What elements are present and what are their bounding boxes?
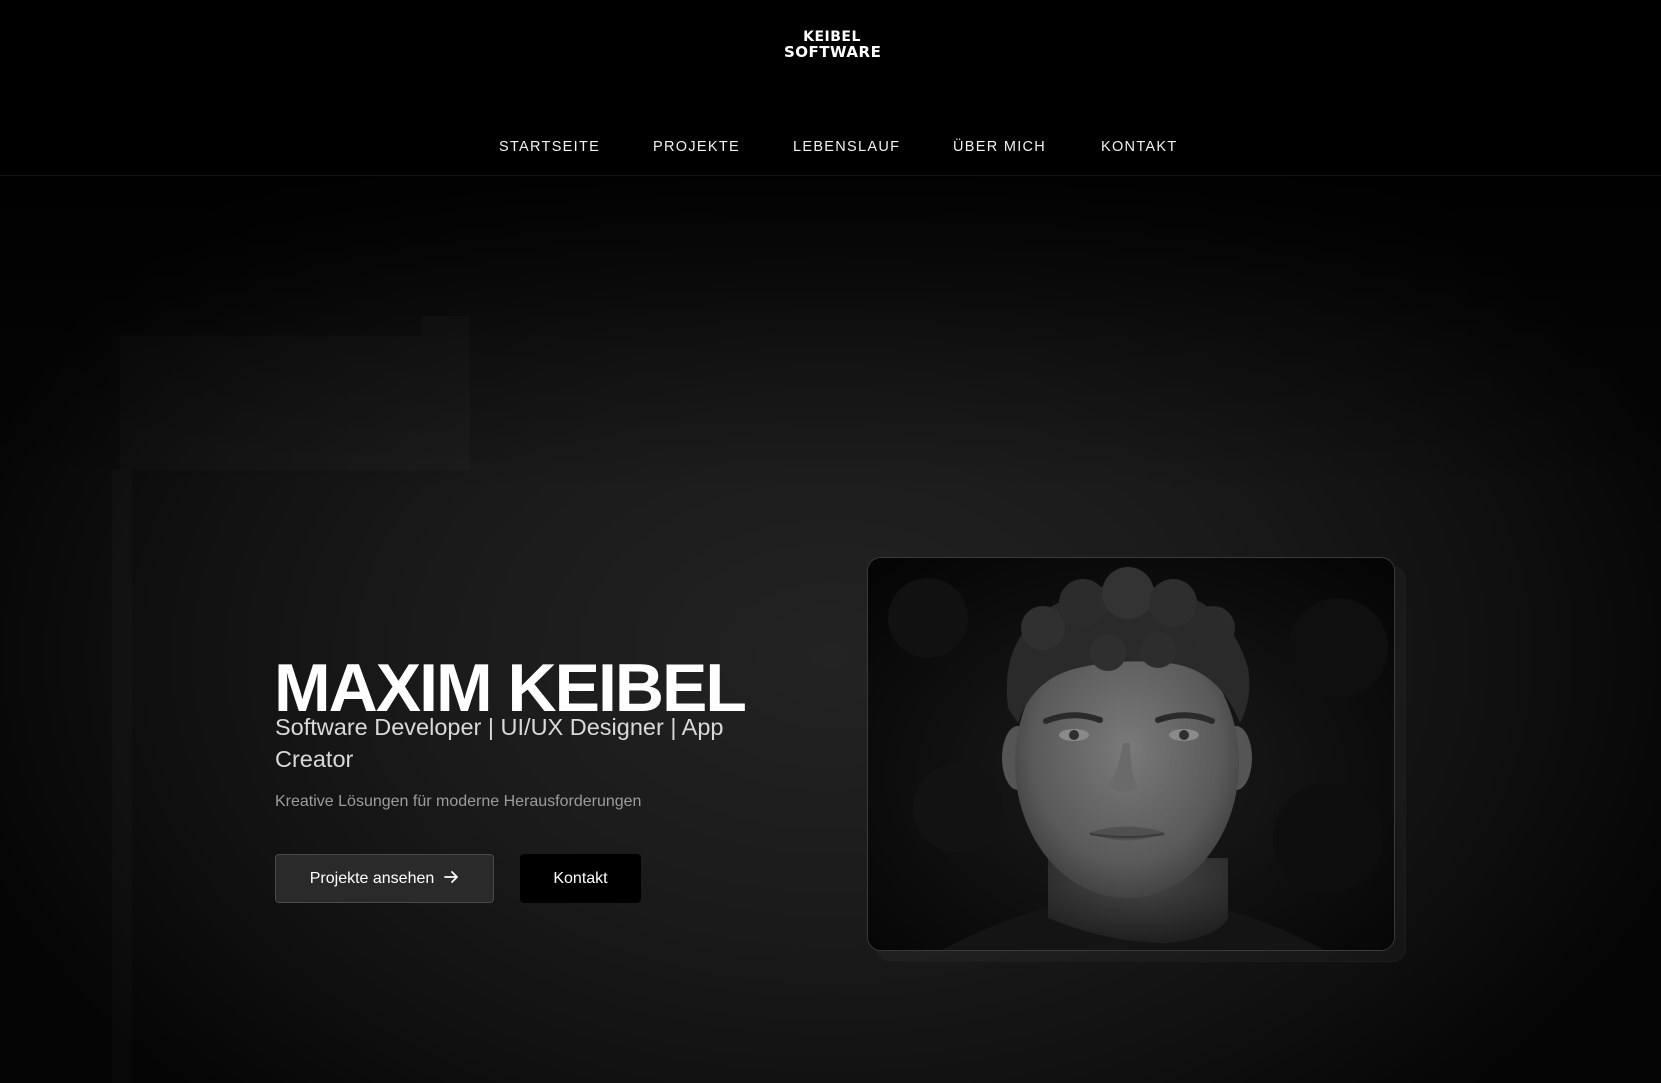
view-projects-button[interactable]: Projekte ansehen bbox=[275, 854, 494, 903]
view-projects-label: Projekte ansehen bbox=[309, 869, 435, 887]
keibel-software-logo[interactable]: KEIBEL SOFTWARE bbox=[784, 30, 882, 66]
page: KEIBEL SOFTWARE STARTSEITE PROJEKTE LEBE… bbox=[0, 0, 1661, 1083]
nav-item-projekte[interactable]: PROJEKTE bbox=[653, 139, 740, 155]
arrow-right-icon bbox=[444, 870, 459, 888]
background-shape bbox=[422, 316, 470, 470]
background-shape bbox=[120, 336, 422, 470]
main-navigation: STARTSEITE PROJEKTE LEBENSLAUF ÜBER MICH… bbox=[0, 139, 1661, 159]
hero-section bbox=[0, 176, 1661, 1083]
hero-tagline: Kreative Lösungen für moderne Herausford… bbox=[275, 793, 642, 810]
nav-item-startseite[interactable]: STARTSEITE bbox=[499, 139, 600, 155]
hero-subtitle: Software Developer | UI/UX Designer | Ap… bbox=[275, 714, 724, 772]
hero-vignette bbox=[0, 176, 1661, 1083]
nav-item-ueber-mich[interactable]: ÜBER MICH bbox=[953, 139, 1046, 155]
contact-button-label: Kontakt bbox=[553, 869, 608, 887]
contact-button[interactable]: Kontakt bbox=[520, 854, 641, 903]
background-shape bbox=[112, 470, 132, 1083]
nav-item-kontakt[interactable]: KONTAKT bbox=[1101, 139, 1178, 155]
portrait-photo bbox=[867, 557, 1395, 951]
nav-item-lebenslauf[interactable]: LEBENSLAUF bbox=[793, 139, 900, 155]
logo-line-2: SOFTWARE bbox=[784, 43, 882, 61]
site-header: KEIBEL SOFTWARE STARTSEITE PROJEKTE LEBE… bbox=[0, 0, 1661, 176]
portrait-illustration bbox=[868, 558, 1394, 950]
